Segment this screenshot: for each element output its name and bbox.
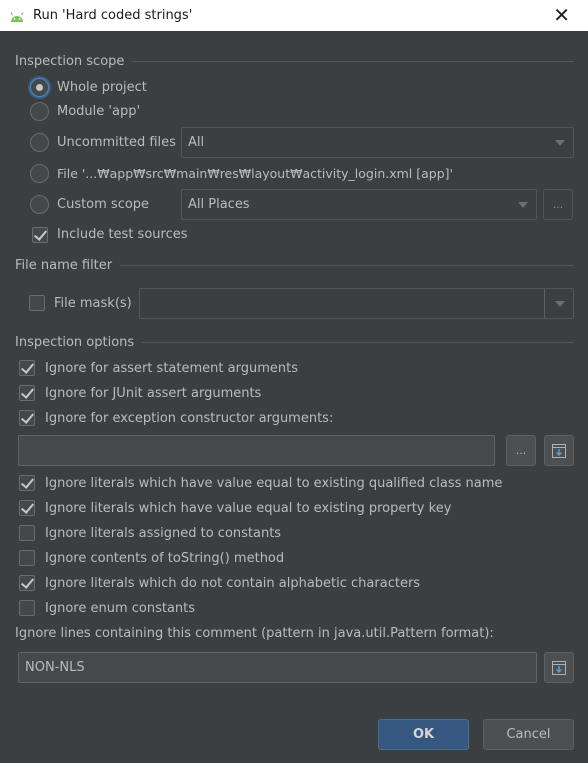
ignore-enum-checkbox[interactable] (19, 600, 35, 616)
file-label: File '...₩app₩src₩main₩res₩layout₩activi… (57, 166, 453, 181)
close-icon[interactable]: ✕ (553, 4, 570, 26)
inspection-scope-header: Inspection scope (15, 53, 574, 69)
radio-uncommitted-files[interactable] (30, 133, 49, 152)
custom-scope-label: Custom scope (57, 197, 150, 212)
cancel-button[interactable]: Cancel (483, 719, 574, 750)
inspection-options-header: Inspection options (15, 334, 574, 350)
include-test-sources-label: Include test sources (57, 227, 188, 242)
browse-label: ... (552, 198, 564, 211)
uncommitted-files-label: Uncommitted files (57, 135, 176, 150)
file-mask-combo[interactable] (139, 288, 574, 319)
ignore-qualified-class-checkbox[interactable] (19, 475, 35, 491)
radio-whole-project[interactable] (30, 78, 49, 97)
combo-value: All (188, 135, 205, 150)
separator (142, 341, 574, 343)
comment-pattern-label: Ignore lines containing this comment (pa… (15, 626, 494, 641)
section-label: File name filter (15, 257, 113, 273)
ignore-junit-checkbox[interactable] (19, 385, 35, 401)
title-bar: Run 'Hard coded strings' ✕ (0, 0, 588, 31)
ignore-non-alphabetic-checkbox[interactable] (19, 575, 35, 591)
chevron-down-icon (555, 140, 565, 146)
field-value: NON-NLS (25, 660, 85, 675)
radio-file[interactable] (30, 164, 49, 183)
separator (132, 60, 574, 62)
ignore-exception-checkbox[interactable] (19, 410, 35, 426)
chevron-down-icon (555, 301, 565, 307)
ok-label: OK (412, 727, 435, 742)
android-icon (10, 11, 24, 22)
ok-button[interactable]: OK (378, 719, 469, 750)
ignore-property-key-label: Ignore literals which have value equal t… (45, 501, 452, 516)
include-test-sources-checkbox[interactable] (32, 227, 48, 243)
expand-icon (552, 443, 566, 458)
radio-module-app[interactable] (30, 102, 49, 121)
comment-expand-button[interactable] (544, 652, 574, 683)
radio-custom-scope[interactable] (30, 195, 49, 214)
file-name-filter-header: File name filter (15, 257, 574, 273)
exception-classes-field[interactable] (18, 435, 495, 466)
expand-icon (552, 660, 566, 675)
section-label: Inspection options (15, 334, 135, 350)
ignore-exception-label: Ignore for exception constructor argumen… (45, 411, 334, 426)
ignore-enum-label: Ignore enum constants (45, 601, 196, 616)
section-label: Inspection scope (15, 53, 125, 69)
chevron-down-icon (518, 202, 528, 208)
browse-label: ... (515, 444, 527, 457)
combo-divider (544, 289, 545, 318)
ignore-tostring-checkbox[interactable] (19, 550, 35, 566)
comment-pattern-field[interactable]: NON-NLS (18, 652, 537, 683)
ignore-property-key-checkbox[interactable] (19, 500, 35, 516)
window-title: Run 'Hard coded strings' (33, 8, 193, 23)
ignore-constants-label: Ignore literals assigned to constants (45, 526, 282, 541)
ignore-qualified-class-label: Ignore literals which have value equal t… (45, 476, 503, 491)
combo-value: All Places (188, 197, 250, 212)
ignore-assert-label: Ignore for assert statement arguments (45, 361, 298, 376)
custom-scope-combo[interactable]: All Places (181, 189, 537, 220)
separator (120, 264, 574, 266)
exception-browse-button[interactable]: ... (506, 435, 536, 466)
ignore-constants-checkbox[interactable] (19, 525, 35, 541)
whole-project-label: Whole project (57, 80, 147, 95)
ignore-junit-label: Ignore for JUnit assert arguments (45, 386, 262, 401)
custom-scope-browse-button[interactable]: ... (543, 189, 573, 220)
cancel-label: Cancel (506, 727, 551, 742)
ignore-assert-checkbox[interactable] (19, 360, 35, 376)
file-mask-label: File mask(s) (54, 296, 132, 311)
module-app-label: Module 'app' (57, 104, 141, 119)
file-mask-checkbox[interactable] (29, 295, 45, 311)
uncommitted-files-combo[interactable]: All (181, 127, 574, 158)
exception-expand-button[interactable] (544, 435, 574, 466)
ignore-non-alphabetic-label: Ignore literals which do not contain alp… (45, 576, 421, 591)
ignore-tostring-label: Ignore contents of toString() method (45, 551, 285, 566)
